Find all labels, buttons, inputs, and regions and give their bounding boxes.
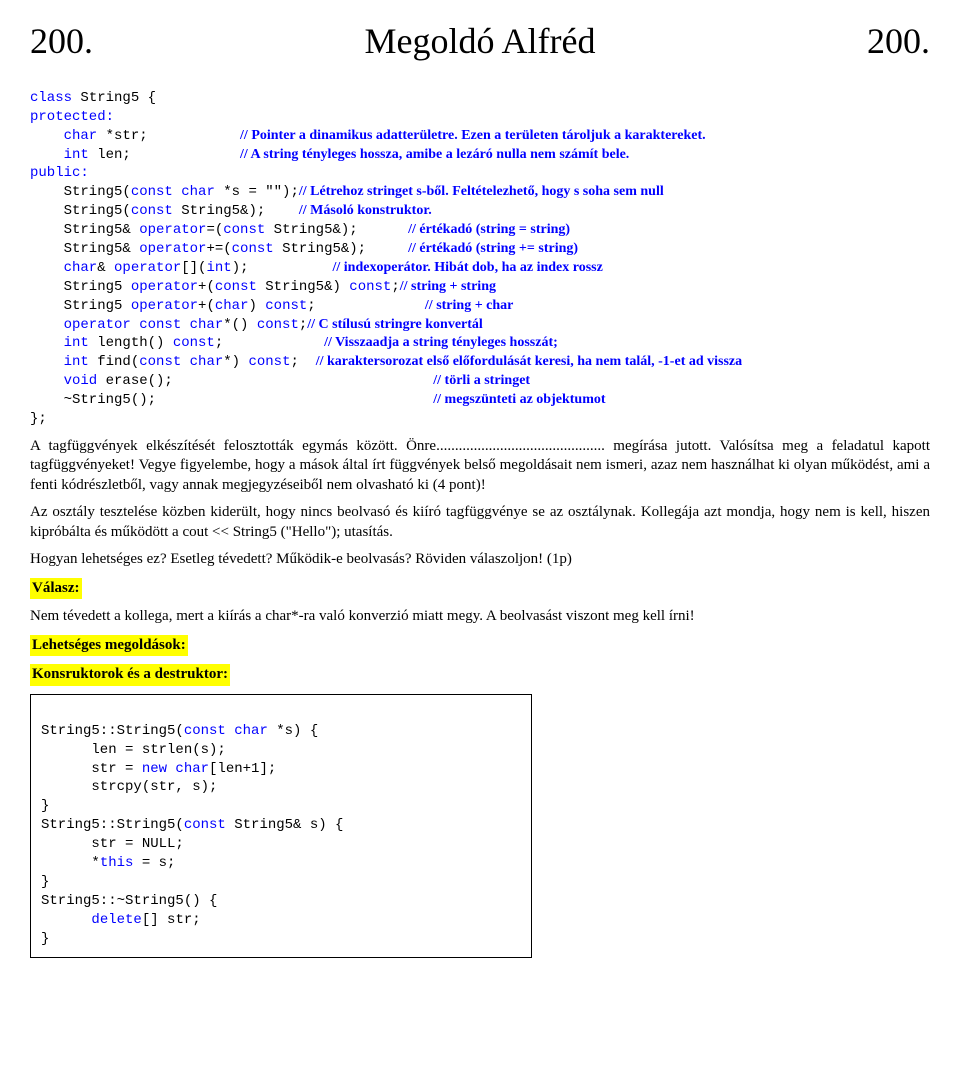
solution-code: String5::String5(const char *s) { len = … [41, 703, 521, 949]
task-paragraph-1: A tagfüggvények elkészítését felosztottá… [30, 437, 930, 496]
kw-protected: protected: [30, 109, 114, 125]
kw-public: public: [30, 165, 89, 181]
task-paragraph-2: Az osztály tesztelése közben kiderült, h… [30, 503, 930, 542]
header-right: 200. [867, 20, 930, 62]
kw-class: class [30, 90, 72, 106]
task-paragraph-3: Hogyan lehetséges ez? Esetleg tévedett? … [30, 550, 930, 570]
solutions-heading: Lehetséges megoldások: [30, 635, 930, 657]
header-left: 200. [30, 20, 93, 62]
page-header: 200. Megoldó Alfréd 200. [30, 20, 930, 62]
constructor-heading: Konsruktorok és a destruktor: [30, 664, 930, 686]
solution-code-box: String5::String5(const char *s) { len = … [30, 694, 532, 958]
header-center: Megoldó Alfréd [365, 20, 596, 62]
answer-text: Nem tévedett a kollega, mert a kiírás a … [30, 607, 930, 627]
class-declaration-code: class String5 { protected: char *str; //… [30, 70, 930, 429]
answer-heading: Válasz: [30, 578, 930, 600]
